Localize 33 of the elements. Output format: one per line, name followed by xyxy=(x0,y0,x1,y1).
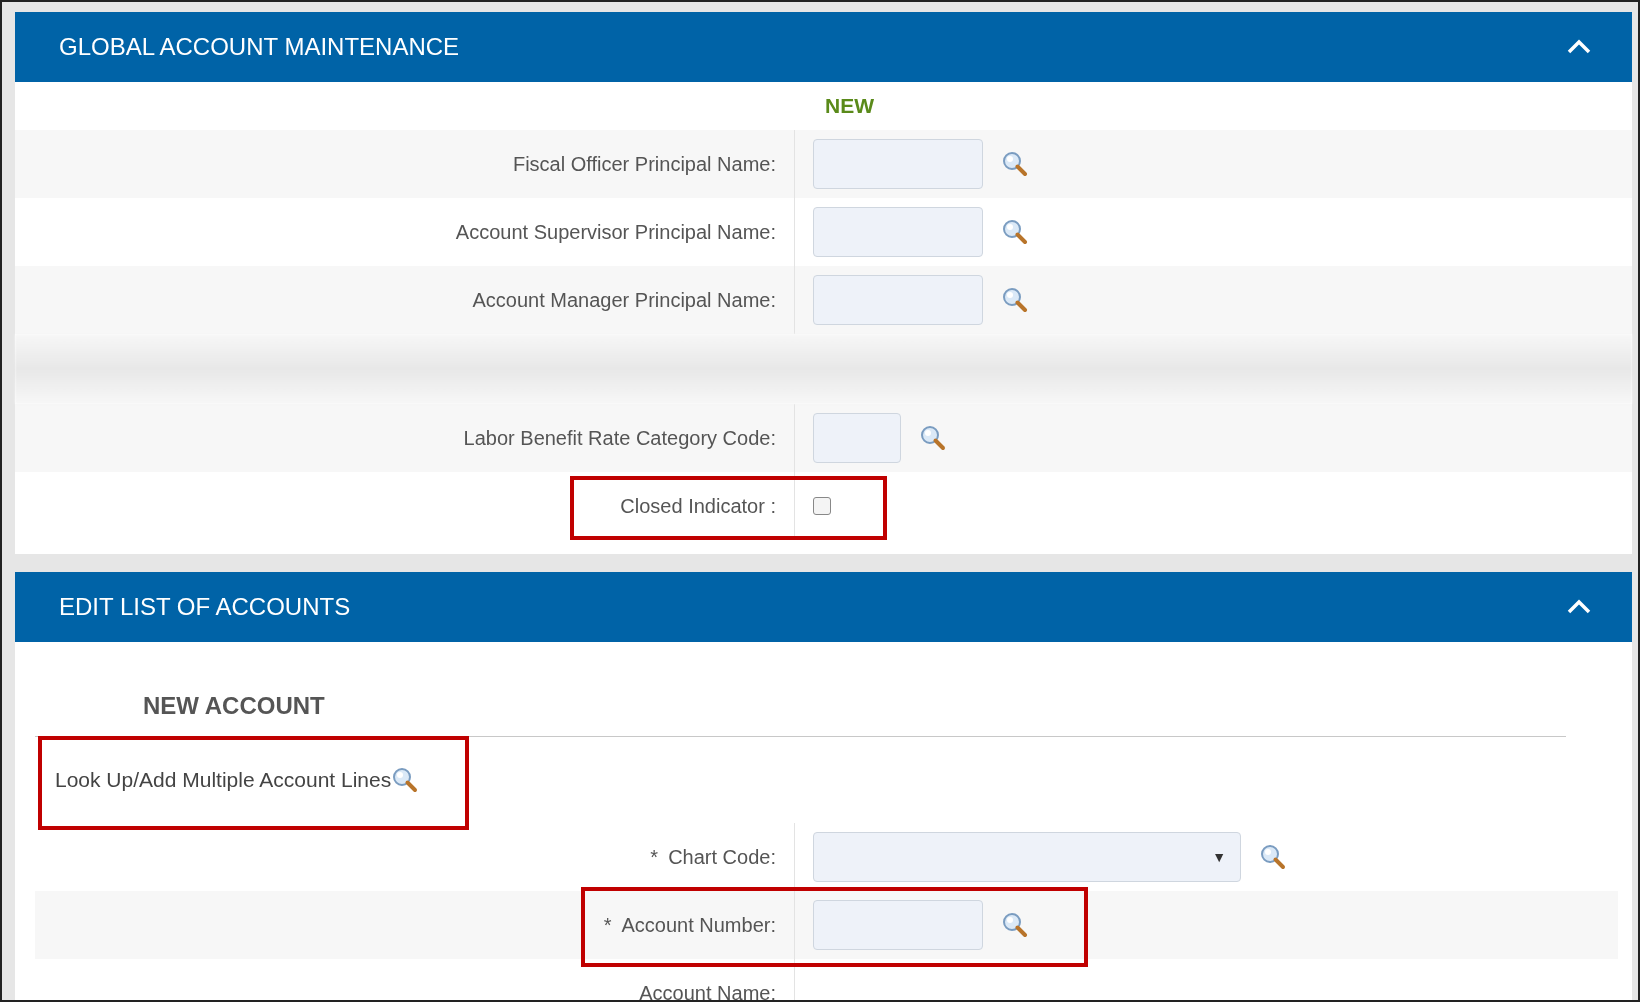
field-label: Account Manager Principal Name: xyxy=(472,288,776,311)
input-field[interactable] xyxy=(813,275,983,325)
chevron-up-icon[interactable] xyxy=(1566,599,1592,615)
search-icon[interactable] xyxy=(1259,843,1287,871)
field-label: Chart Code: xyxy=(668,845,776,868)
field-label: Account Supervisor Principal Name: xyxy=(455,220,776,243)
search-icon[interactable] xyxy=(1001,911,1029,939)
search-icon[interactable] xyxy=(1001,150,1029,178)
panel-header[interactable]: GLOBAL ACCOUNT MAINTENANCE xyxy=(15,12,1632,82)
section-title: NEW ACCOUNT xyxy=(142,692,326,721)
input-field[interactable] xyxy=(813,207,983,257)
dropdown[interactable]: ▼ xyxy=(813,832,1241,882)
chevron-up-icon[interactable] xyxy=(1566,39,1592,55)
lookup-link[interactable]: Look Up/Add Multiple Account Lines xyxy=(55,766,420,794)
panel-title: EDIT LIST OF ACCOUNTS xyxy=(59,593,351,621)
required-mark: * xyxy=(603,913,612,937)
checkbox[interactable] xyxy=(813,497,831,515)
field-label: Fiscal Officer Principal Name: xyxy=(512,152,776,175)
field-label: Account Number: xyxy=(621,913,776,936)
search-icon[interactable] xyxy=(1001,218,1029,246)
required-mark: * xyxy=(650,845,659,869)
panel-header[interactable]: EDIT LIST OF ACCOUNTS xyxy=(15,572,1632,642)
search-icon[interactable] xyxy=(391,766,420,794)
field-label: Closed Indicator : xyxy=(620,494,776,517)
panel-title: GLOBAL ACCOUNT MAINTENANCE xyxy=(59,33,460,61)
column-heading: NEW xyxy=(824,94,875,118)
search-icon[interactable] xyxy=(1001,286,1029,314)
input-field[interactable] xyxy=(813,413,901,463)
input-field[interactable] xyxy=(813,900,983,950)
field-label: Labor Benefit Rate Category Code: xyxy=(463,426,776,449)
search-icon[interactable] xyxy=(919,424,947,452)
input-field[interactable] xyxy=(813,139,983,189)
field-label: Account Name: xyxy=(639,981,776,1000)
